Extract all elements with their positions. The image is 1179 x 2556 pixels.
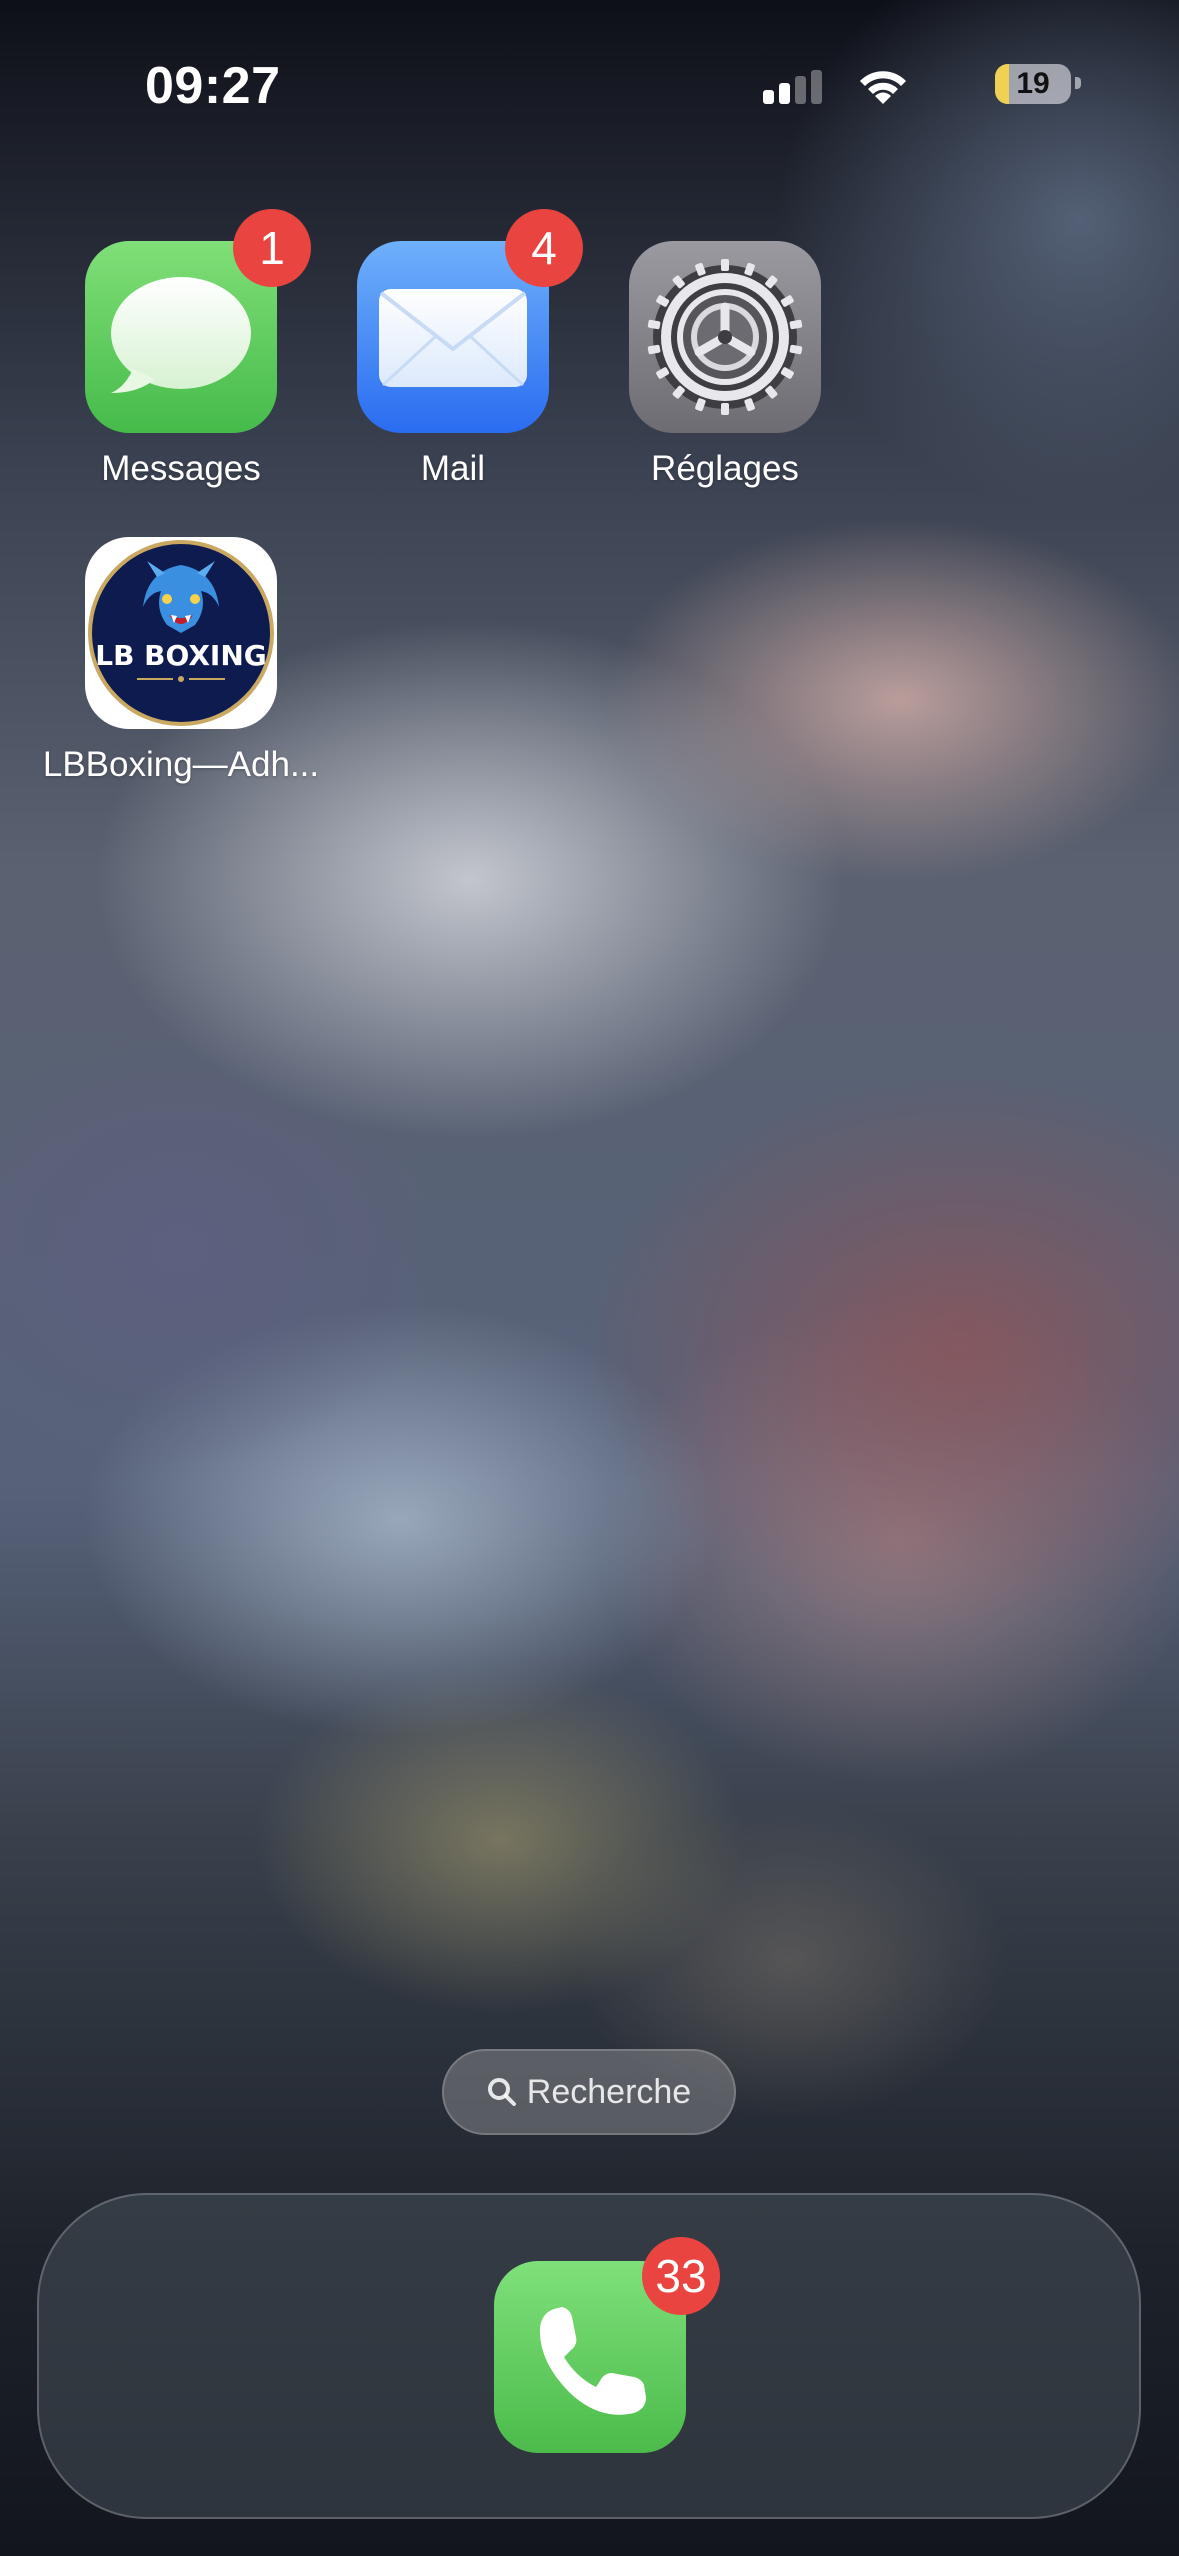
search-button[interactable]: Recherche xyxy=(442,2049,736,2135)
mail-badge: 4 xyxy=(505,209,583,287)
app-label-settings: Réglages xyxy=(651,449,799,488)
battery-icon: 19 xyxy=(995,64,1071,104)
mail-icon: 4 xyxy=(357,209,583,433)
lb-boxing-logo: LB BOXING xyxy=(85,537,277,729)
search-label: Recherche xyxy=(526,2072,692,2111)
app-phone[interactable]: 33 xyxy=(494,2237,720,2453)
phone-badge: 33 xyxy=(642,2237,720,2315)
app-label-lbboxing: LBBoxing—Adh... xyxy=(42,745,320,784)
app-mail[interactable]: 4 Mail xyxy=(317,209,589,489)
battery-percent: 19 xyxy=(1016,67,1050,100)
status-time: 09:27 xyxy=(145,57,281,115)
cellular-signal-icon xyxy=(763,70,823,104)
svg-text:LB BOXING: LB BOXING xyxy=(95,639,267,672)
wifi-icon xyxy=(860,71,906,104)
search-icon xyxy=(487,2078,516,2106)
status-icons: 19 xyxy=(741,62,1081,108)
messages-icon: 1 xyxy=(85,209,311,433)
app-settings[interactable]: Réglages xyxy=(589,241,861,489)
settings-gear-icon xyxy=(629,241,821,433)
app-lbboxing[interactable]: LB BOXING LBBoxing—Adh... xyxy=(43,537,319,785)
app-messages[interactable]: 1 Messages xyxy=(45,209,317,489)
messages-badge: 1 xyxy=(233,209,311,287)
app-label-messages: Messages xyxy=(101,449,261,488)
app-label-mail: Mail xyxy=(420,449,486,488)
battery-tip xyxy=(1075,77,1081,89)
